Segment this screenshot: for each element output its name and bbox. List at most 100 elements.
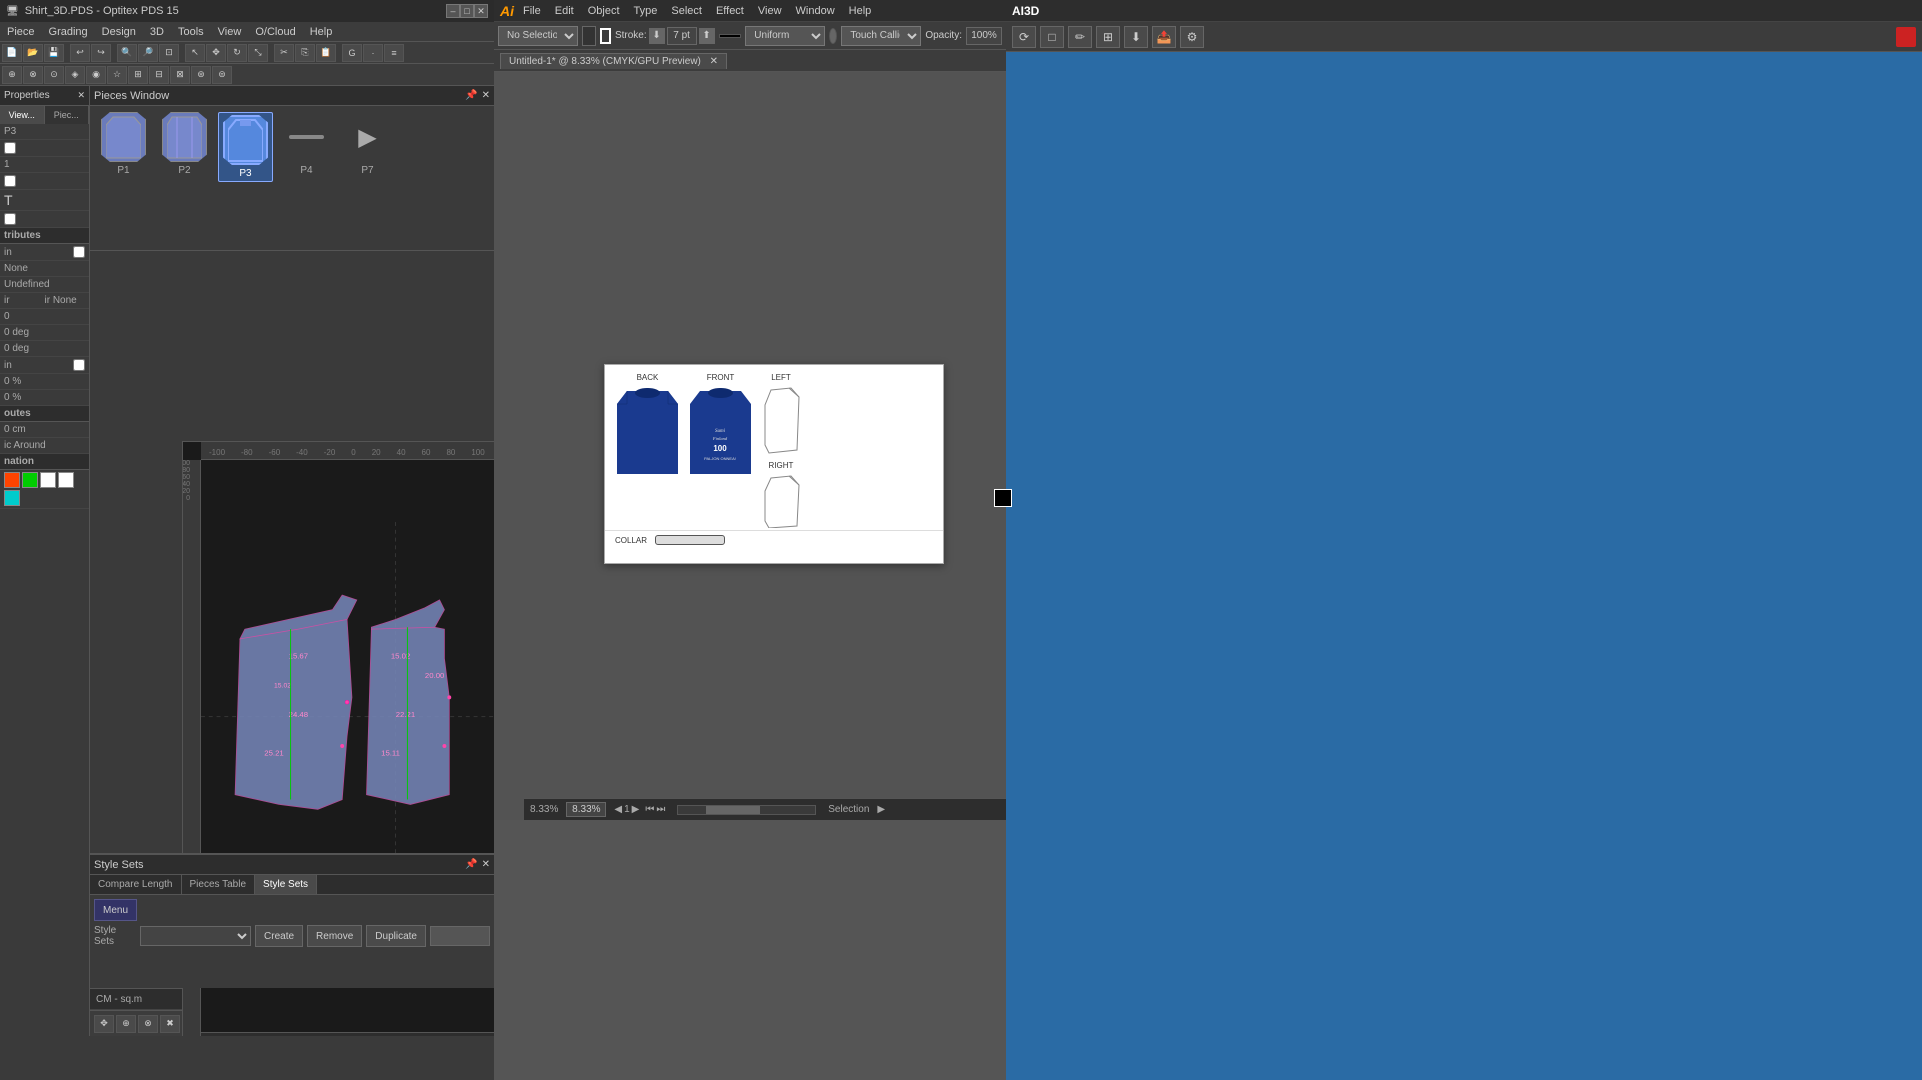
scroll-horizontal[interactable] [201, 1032, 494, 1036]
ai-selection-type[interactable]: No Selection [498, 26, 578, 46]
ai-menu-object[interactable]: Object [585, 5, 623, 17]
menu-grading[interactable]: Grading [46, 26, 91, 38]
tab-style-sets[interactable]: Style Sets [255, 875, 317, 894]
stylesets-input[interactable] [430, 926, 490, 946]
stylesets-select[interactable] [140, 926, 251, 946]
nav-first-icon[interactable]: ⏮ [645, 804, 654, 815]
tb-paste[interactable]: 📋 [316, 44, 336, 62]
menu-ocloud[interactable]: O/Cloud [252, 26, 298, 38]
menu-piece[interactable]: Piece [4, 26, 38, 38]
tb-cut[interactable]: ✂ [274, 44, 294, 62]
tab-compare-length[interactable]: Compare Length [90, 875, 182, 894]
bottom-tool-2[interactable]: ⊕ [116, 1015, 136, 1033]
fill-color-box[interactable] [994, 489, 1012, 507]
nav-last-icon[interactable]: ⏭ [656, 804, 665, 815]
optitex-close-btn[interactable]: ✕ [474, 4, 488, 18]
tb-open[interactable]: 📂 [23, 44, 43, 62]
tb-zoom-in[interactable]: 🔍 [117, 44, 137, 62]
pieces-window-close-icon[interactable]: ✕ [482, 90, 490, 101]
opacity-input[interactable] [966, 27, 1002, 45]
seam-in-checkbox[interactable] [73, 246, 85, 258]
piece-checkbox-2[interactable] [4, 175, 16, 187]
tb-snap[interactable]: ⊛ [191, 66, 211, 84]
ai-menu-type[interactable]: Type [631, 5, 661, 17]
tb-zoom-fit[interactable]: ⊡ [159, 44, 179, 62]
nav-next-icon[interactable]: ▶ [632, 804, 640, 815]
tb-2-2[interactable]: ⊗ [23, 66, 43, 84]
tb-grading[interactable]: G [342, 44, 362, 62]
tb-rotate[interactable]: ↻ [227, 44, 247, 62]
tb-copy[interactable]: ⎘ [295, 44, 315, 62]
color-swatch-red[interactable] [4, 472, 20, 488]
tb-select[interactable]: ↖ [185, 44, 205, 62]
ai-menu-effect[interactable]: Effect [713, 5, 747, 17]
ai-canvas-area[interactable]: BACK FRONT [524, 94, 1006, 798]
piece-p4[interactable]: P4 [279, 112, 334, 182]
create-button[interactable]: Create [255, 925, 303, 947]
tb-align[interactable]: ⊜ [212, 66, 232, 84]
tb-redo[interactable]: ↪ [91, 44, 111, 62]
in2-checkbox[interactable] [73, 359, 85, 371]
tb-2-4[interactable]: ◈ [65, 66, 85, 84]
color-swatch-cyan[interactable] [4, 490, 20, 506]
canvas-tab-close-icon[interactable]: ✕ [710, 56, 718, 67]
tb-points[interactable]: · [363, 44, 383, 62]
ai-menu-edit[interactable]: Edit [552, 5, 577, 17]
piece-p3[interactable]: P3 [218, 112, 273, 182]
remove-button[interactable]: Remove [307, 925, 362, 947]
ai3d-btn-2[interactable]: □ [1040, 26, 1064, 48]
ai-menu-select[interactable]: Select [668, 5, 705, 17]
stroke-profile-select[interactable]: Uniform [745, 26, 825, 46]
tb-zoom-out[interactable]: 🔎 [138, 44, 158, 62]
tb-move[interactable]: ✥ [206, 44, 226, 62]
ai3d-btn-settings[interactable]: ⚙ [1180, 26, 1204, 48]
menu-3d[interactable]: 3D [147, 26, 167, 38]
tb-scale[interactable]: ⤡ [248, 44, 268, 62]
nav-prev-icon[interactable]: ◀ [614, 804, 622, 815]
duplicate-button[interactable]: Duplicate [366, 925, 426, 947]
ai-menu-view[interactable]: View [755, 5, 785, 17]
menu-tools[interactable]: Tools [175, 26, 207, 38]
tb-2-3[interactable]: ⊙ [44, 66, 64, 84]
menu-design[interactable]: Design [99, 26, 139, 38]
piece-p2[interactable]: P2 [157, 112, 212, 182]
ai3d-btn-5[interactable]: ⬇ [1124, 26, 1148, 48]
bottom-tool-4[interactable]: ✖ [160, 1015, 180, 1033]
tb-2-1[interactable]: ⊕ [2, 66, 22, 84]
properties-close-icon[interactable]: ✕ [77, 90, 85, 101]
bottom-tool-1[interactable]: ✥ [94, 1015, 114, 1033]
pieces-window-pin-icon[interactable]: 📌 [465, 90, 477, 101]
props-tab-piece[interactable]: Piec... [45, 106, 90, 124]
ai-menu-window[interactable]: Window [793, 5, 838, 17]
ai-menu-file[interactable]: File [520, 5, 544, 17]
stylesets-close-icon[interactable]: ✕ [482, 859, 490, 870]
ai3d-btn-3[interactable]: ✏ [1068, 26, 1092, 48]
tb-undo[interactable]: ↩ [70, 44, 90, 62]
piece-checkbox-1[interactable] [4, 142, 16, 154]
tb-new[interactable]: 📄 [2, 44, 22, 62]
stroke-up-icon[interactable]: ⬆ [699, 28, 715, 44]
tb-2-7[interactable]: ⊞ [128, 66, 148, 84]
tb-2-8[interactable]: ⊟ [149, 66, 169, 84]
tb-2-9[interactable]: ⊠ [170, 66, 190, 84]
ai3d-btn-1[interactable]: ⟳ [1012, 26, 1036, 48]
ai3d-red-btn[interactable] [1896, 27, 1916, 47]
tab-pieces-table[interactable]: Pieces Table [182, 875, 256, 894]
stroke-down-icon[interactable]: ⬇ [649, 28, 665, 44]
tb-2-6[interactable]: ☆ [107, 66, 127, 84]
stroke-weight-input[interactable] [667, 27, 697, 45]
menu-help[interactable]: Help [307, 26, 336, 38]
tb-save[interactable]: 💾 [44, 44, 64, 62]
menu-button[interactable]: Menu [94, 899, 137, 921]
menu-view[interactable]: View [215, 26, 245, 38]
optitex-maximize-btn[interactable]: □ [460, 4, 474, 18]
optitex-minimize-btn[interactable]: – [446, 4, 460, 18]
brush-select[interactable]: Touch Callig... [841, 26, 921, 46]
stylesets-pin-icon[interactable]: 📌 [465, 859, 477, 870]
canvas-tab-item[interactable]: Untitled-1* @ 8.33% (CMYK/GPU Preview) ✕ [500, 53, 727, 69]
color-swatch-white[interactable] [40, 472, 56, 488]
ai3d-btn-4[interactable]: ⊞ [1096, 26, 1120, 48]
color-swatch-green[interactable] [22, 472, 38, 488]
stroke-fill-box[interactable] [582, 26, 596, 46]
tb-seam[interactable]: ≡ [384, 44, 404, 62]
